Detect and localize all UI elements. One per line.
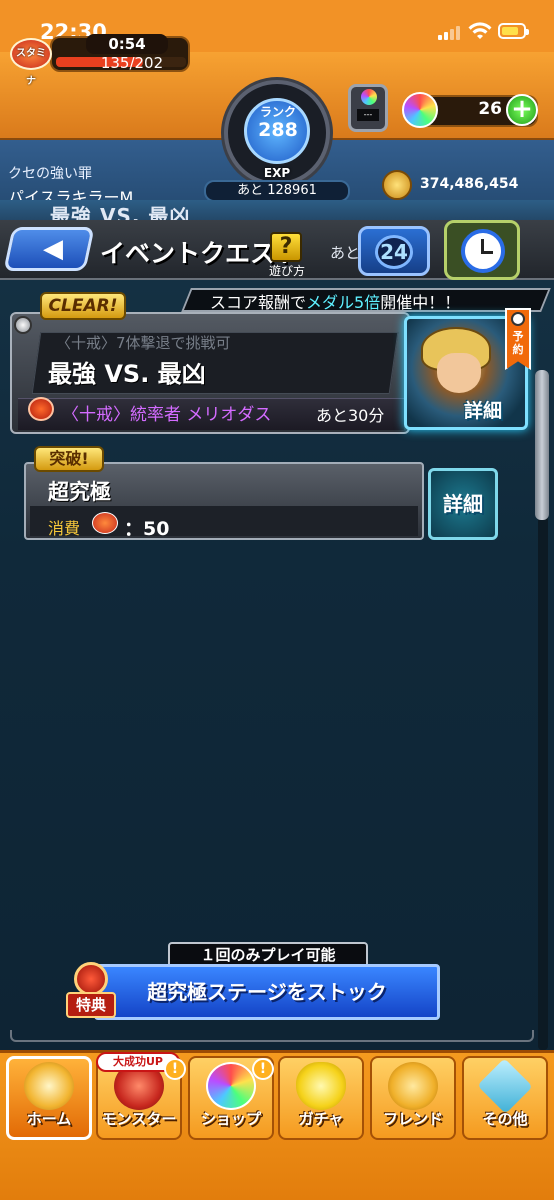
orb-icon — [402, 92, 438, 128]
cost-label: 消費 — [48, 519, 81, 538]
nav-home-label: ホーム — [26, 1110, 72, 1128]
wifi-icon — [468, 22, 492, 39]
clock-hand-minute — [481, 251, 493, 254]
reserve-tag[interactable]: 予約 — [505, 308, 531, 370]
quest-detail-button[interactable]: 詳細 — [464, 396, 520, 426]
orb-count: 26 — [478, 99, 502, 119]
gacha-egg-icon — [296, 1062, 346, 1110]
days-badge[interactable]: 24 — [358, 226, 430, 276]
reward-highlight: メダル5倍 — [306, 293, 381, 312]
nav-monster-label: モンスター — [101, 1110, 177, 1128]
how-to-play-label: 遊び方 — [268, 264, 305, 278]
reward-suffix: 開催中！！ — [380, 293, 461, 312]
battery-icon — [498, 23, 529, 39]
nav-friend-label: フレンド — [382, 1110, 443, 1128]
panel-frame-bottom — [10, 1030, 534, 1042]
days-count: 24 — [375, 235, 413, 269]
reserve-clock-icon — [511, 312, 525, 326]
current-quest-label: クセの強い罪 — [8, 166, 92, 182]
clear-badge: CLEAR! — [40, 292, 126, 320]
stamina-timer: 0:54 — [86, 34, 168, 54]
box-screen: --- — [357, 109, 379, 121]
shop-alert-icon: ! — [252, 1058, 274, 1080]
rank-label: ランク — [259, 105, 296, 119]
nav-other[interactable]: その他 — [462, 1056, 548, 1140]
quest-condition: 〈十戒〉7体撃退で挑戦可 — [56, 334, 231, 352]
sub-quest-title: 超究極 — [48, 480, 111, 504]
back-button[interactable]: ◀ — [3, 227, 95, 271]
stock-stage-button[interactable]: 超究極ステージをストック — [94, 964, 440, 1020]
sub-quest-detail-button[interactable]: 詳細 — [428, 468, 498, 540]
monster-alert-icon: ! — [164, 1058, 186, 1080]
bonus-label: 特典 — [66, 992, 116, 1018]
remaining-prefix: あと — [330, 244, 361, 262]
back-arrow-icon: ◀ — [43, 234, 63, 264]
reserve-label: 予約 — [512, 330, 524, 356]
sub-quest-cost-row — [30, 506, 418, 536]
scrollbar-thumb[interactable] — [535, 370, 549, 520]
bonus-icon: 特典 — [66, 962, 116, 1020]
shop-orb-icon — [206, 1062, 256, 1110]
rank-value: 288 — [258, 119, 298, 141]
buy-orb-button[interactable]: + — [506, 94, 538, 126]
nav-gacha[interactable]: ガチャ — [278, 1056, 364, 1140]
demon-icon — [28, 397, 54, 421]
cost-value: ：50 — [124, 518, 170, 540]
exp-remaining: あと 128961 — [204, 180, 350, 202]
friend-icon — [388, 1062, 438, 1110]
stamina-small-icon — [92, 512, 118, 534]
question-icon: ? — [270, 232, 302, 262]
exp-label: EXP — [263, 166, 291, 180]
orb-box-icon[interactable]: --- — [348, 84, 388, 132]
small-orb-icon — [361, 89, 377, 105]
quest-remaining-time: あと30分 — [316, 406, 385, 425]
cellular-signal-icon — [438, 24, 464, 40]
bonus-emblem-icon — [74, 962, 108, 996]
reward-banner-text: スコア報酬でメダル5倍開催中！！ — [210, 289, 460, 313]
nav-gacha-label: ガチャ — [298, 1110, 344, 1128]
reward-prefix: スコア報酬で — [210, 293, 307, 312]
quest-name: 最強 VS. 最凶 — [48, 360, 206, 388]
coin-value: 374,486,454 — [420, 176, 519, 192]
how-to-play-button[interactable]: ? 遊び方 — [264, 232, 310, 278]
breakthrough-badge: 突破! — [34, 446, 104, 472]
nav-other-label: その他 — [482, 1110, 528, 1128]
nav-home[interactable]: ホーム — [6, 1056, 92, 1140]
portrait-face — [437, 353, 481, 393]
stamina-icon: スタミナ — [10, 38, 52, 87]
nav-shop-label: ショップ — [200, 1110, 261, 1128]
nav-friend[interactable]: フレンド — [370, 1056, 456, 1140]
pin-icon — [14, 316, 32, 334]
stamina-value: 135/202 — [100, 54, 164, 72]
home-icon — [24, 1062, 74, 1110]
gold-coin-icon — [382, 170, 412, 200]
quest-boss: 〈十戒〉統率者 メリオダス — [62, 405, 272, 425]
alarm-button[interactable] — [444, 220, 520, 280]
